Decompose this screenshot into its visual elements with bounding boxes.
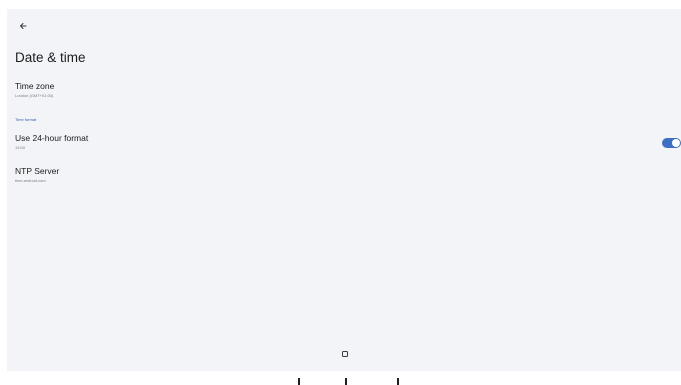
home-square-icon (342, 351, 348, 357)
settings-screen: Date & time Time zone London (GMT+01:00)… (7, 9, 681, 371)
strip-mark (345, 378, 347, 385)
time-format-section-header: Time format (15, 117, 37, 122)
ntp-server-summary: time.android.com (15, 178, 46, 183)
use-24-hour-format-title: Use 24-hour format (15, 133, 89, 143)
time-zone-summary: London (GMT+01:00) (15, 93, 54, 98)
ntp-server-title: NTP Server (15, 166, 60, 176)
use-24-hour-format-toggle[interactable] (662, 138, 681, 148)
back-arrow-icon (20, 23, 27, 29)
use-24-hour-format-setting[interactable]: Use 24-hour format 13:00 (7, 133, 681, 155)
strip-mark (397, 378, 399, 385)
toggle-thumb (672, 139, 680, 147)
strip-mark (298, 378, 300, 385)
bottom-strip (0, 371, 681, 385)
use-24-hour-format-summary: 13:00 (15, 145, 26, 150)
ntp-server-setting[interactable]: NTP Server time.android.com (7, 166, 681, 190)
back-button[interactable] (15, 18, 31, 34)
page-title: Date & time (15, 50, 86, 65)
time-zone-setting[interactable]: Time zone London (GMT+01:00) (7, 81, 681, 105)
home-button[interactable] (339, 348, 351, 360)
time-zone-title: Time zone (15, 81, 55, 91)
